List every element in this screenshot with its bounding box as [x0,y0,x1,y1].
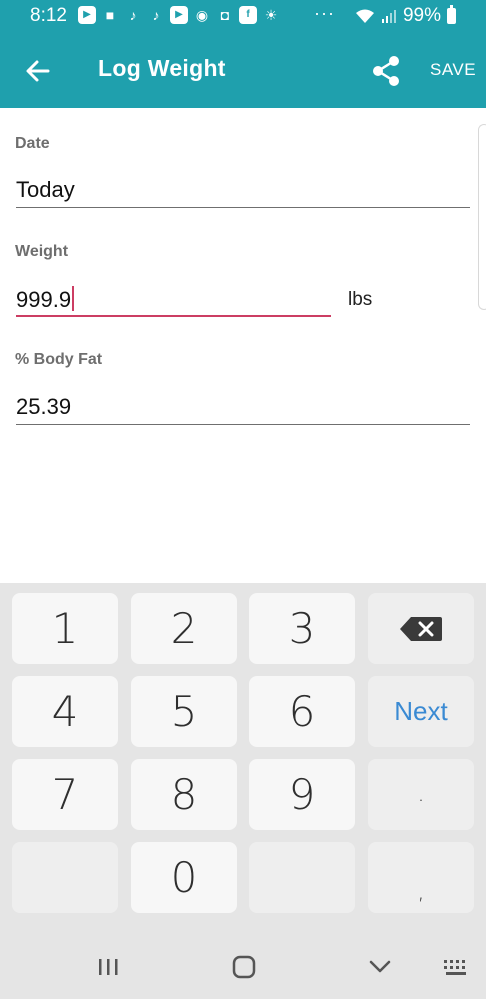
tiktok-icon: ♪ [129,7,137,23]
keyboard-icon [444,960,466,975]
page-title: Log Weight [98,55,226,81]
weather-icon: ☀ [264,7,278,23]
recent-apps-icon [99,959,118,975]
youtube-icon: ▶ [78,6,96,24]
key-6[interactable]: 6 [249,676,355,747]
battery-icon [447,5,456,24]
key-9[interactable]: 9 [249,759,355,830]
more-notifications-icon: ··· [314,3,335,23]
date-field-underline [16,207,470,208]
notification-icons: ▶ ■ ♪ ♪ ▶ ◉ ◘ f ☀ [78,6,280,24]
home-icon [232,955,256,979]
weight-value: 999.9 [16,287,72,312]
status-time: 8:12 [30,5,67,26]
app-bar: Log Weight SAVE [0,33,486,108]
video-camera-icon: ■ [105,7,115,23]
key-7[interactable]: 7 [12,759,118,830]
key-2[interactable]: 2 [131,593,237,664]
blank-key [12,842,118,913]
scroll-indicator [478,124,486,310]
keyboard-switch-button[interactable] [443,959,469,982]
share-button[interactable] [370,53,402,89]
key-4[interactable]: 4 [12,676,118,747]
body-fat-label: % Body Fat [15,351,103,368]
date-label: Date [15,135,50,152]
hide-keyboard-button[interactable] [368,959,392,980]
youtube-icon: ▶ [170,6,188,24]
share-icon [373,56,399,86]
weight-unit-label: lbs [348,289,373,310]
battery-percent: 99% [402,5,441,26]
key-8[interactable]: 8 [131,759,237,830]
home-button[interactable] [232,955,256,984]
system-status: 99% [355,5,456,27]
body-fat-field[interactable]: 25.39 [16,394,71,420]
weight-label: Weight [15,243,69,260]
recent-apps-button[interactable] [96,957,120,982]
blank-key [249,842,355,913]
next-key[interactable]: Next [368,676,474,747]
facebook-icon: f [239,6,257,24]
status-bar: 8:12 ▶ ■ ♪ ♪ ▶ ◉ ◘ f ☀ ··· 99% [0,0,486,33]
key-0[interactable]: 0 [131,842,237,913]
text-cursor [72,286,75,311]
key-5[interactable]: 5 [131,676,237,747]
body-fat-field-underline [16,424,470,425]
save-button[interactable]: SAVE [430,60,476,80]
back-button[interactable] [20,53,56,89]
key-1[interactable]: 1 [12,593,118,664]
weight-field-underline [16,315,331,317]
account-icon: ◉ [195,7,209,23]
arrow-left-icon [26,60,50,82]
backspace-icon [400,616,442,641]
comma-key[interactable]: , [368,842,474,913]
weight-field[interactable]: 999.9 [16,286,75,313]
wifi-icon [355,9,374,23]
backspace-key[interactable] [368,593,474,664]
signal-icon [381,10,396,23]
shopping-bag-icon: ◘ [220,7,230,23]
tiktok-icon: ♪ [152,7,160,23]
system-nav-bar [0,935,486,999]
decimal-key[interactable]: . [368,759,474,830]
date-field[interactable]: Today [16,177,75,203]
key-3[interactable]: 3 [249,593,355,664]
chevron-down-icon [369,960,391,973]
